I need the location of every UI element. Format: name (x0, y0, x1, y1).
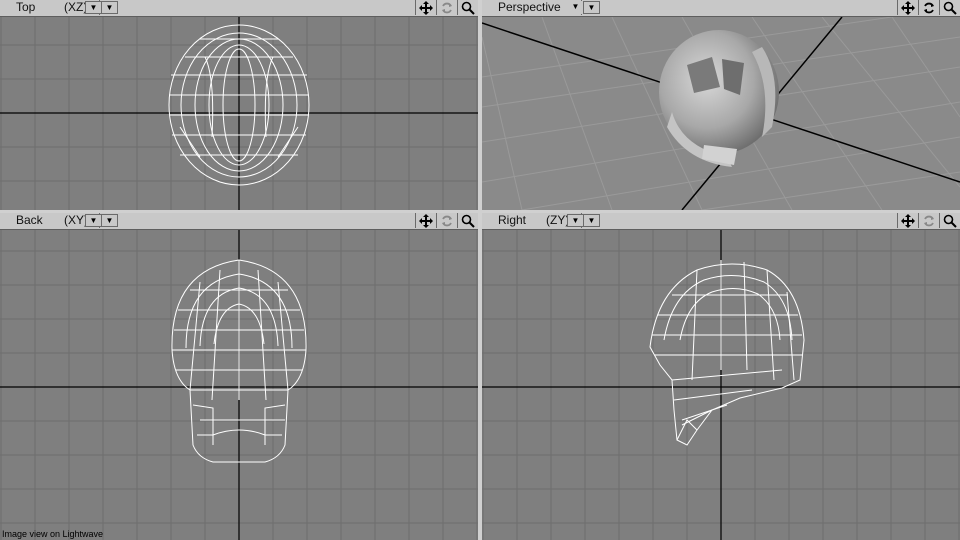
view-type-dropdown[interactable]: ▼ (85, 214, 102, 227)
view-axes-label: (ZY) (546, 213, 570, 227)
viewport-canvas[interactable] (482, 230, 960, 540)
viewport-canvas[interactable] (482, 17, 960, 210)
viewport-header: Perspective ▼ ▼ (482, 0, 960, 17)
view-type-dropdown[interactable]: ▼ (567, 214, 584, 227)
view-type-label: Perspective (498, 0, 561, 14)
viewport-canvas[interactable] (0, 17, 478, 210)
helmet-wireframe-side (649, 260, 805, 446)
zoom-view-icon[interactable] (457, 0, 478, 15)
viewport-header: Right (ZY) ▼ ▼ (482, 213, 960, 230)
viewport-right[interactable]: Right (ZY) ▼ ▼ (482, 213, 960, 540)
helmet-wireframe-back (171, 259, 307, 463)
move-view-icon[interactable] (415, 213, 436, 228)
view-axes-label: (XZ) (64, 0, 88, 14)
zoom-view-icon[interactable] (457, 213, 478, 228)
view-type-label: Top (16, 0, 36, 14)
viewport-options-dropdown[interactable]: ▼ (583, 1, 600, 14)
viewport-canvas[interactable] (0, 230, 478, 540)
helmet-wireframe-top (168, 24, 310, 186)
image-caption: Image view on Lightwave (2, 529, 104, 539)
viewport-options-dropdown[interactable]: ▼ (101, 214, 118, 227)
viewport-top[interactable]: Top (XZ) ▼ ▼ (0, 0, 478, 210)
move-view-icon[interactable] (897, 0, 918, 15)
viewport-options-dropdown[interactable]: ▼ (583, 214, 600, 227)
move-view-icon[interactable] (897, 213, 918, 228)
view-type-label: Right (498, 213, 527, 227)
rotate-view-icon[interactable] (918, 213, 939, 228)
move-view-icon[interactable] (415, 0, 436, 15)
view-type-label: Back (16, 213, 43, 227)
viewport-header: Top (XZ) ▼ ▼ (0, 0, 478, 17)
view-type-dropdown[interactable]: ▼ (567, 1, 584, 14)
viewport-perspective[interactable]: Perspective ▼ ▼ (482, 0, 960, 210)
rotate-view-icon[interactable] (436, 213, 457, 228)
helmet-shaded (659, 30, 779, 167)
perspective-ground-grid (482, 17, 960, 210)
zoom-view-icon[interactable] (939, 213, 960, 228)
rotate-view-icon[interactable] (918, 0, 939, 15)
viewport-back[interactable]: Back (XY) ▼ ▼ Image view on Lightwave (0, 213, 478, 540)
viewport-header: Back (XY) ▼ ▼ (0, 213, 478, 230)
view-type-dropdown[interactable]: ▼ (85, 1, 102, 14)
viewport-options-dropdown[interactable]: ▼ (101, 1, 118, 14)
rotate-view-icon[interactable] (436, 0, 457, 15)
zoom-view-icon[interactable] (939, 0, 960, 15)
